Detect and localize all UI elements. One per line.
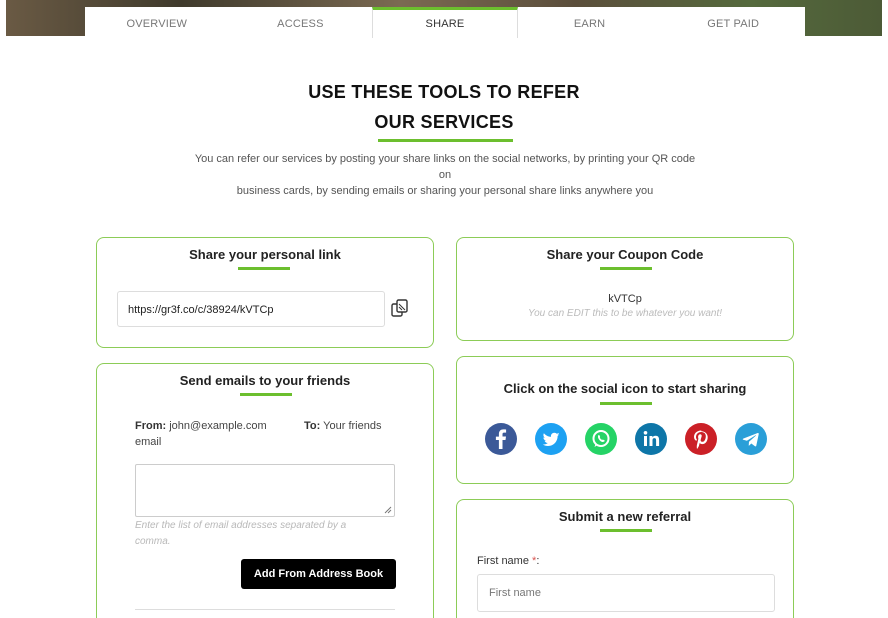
intro-text: You can refer our services by posting yo… [190, 151, 700, 199]
social-card: Click on the social icon to start sharin… [456, 356, 794, 484]
from-suffix: email [135, 436, 162, 448]
social-title: Click on the social icon to start sharin… [503, 381, 747, 396]
facebook-icon[interactable] [485, 423, 517, 455]
personal-link-underline [238, 267, 290, 270]
telegram-icon[interactable] [735, 423, 767, 455]
linkedin-icon[interactable] [635, 423, 667, 455]
email-list-hint: Enter the list of email addresses separa… [135, 518, 395, 550]
emails-card: Send emails to your friends From: john@e… [96, 363, 434, 618]
email-list-textarea[interactable] [135, 464, 395, 517]
tab-overview[interactable]: OVERVIEW [85, 7, 229, 37]
pinterest-icon[interactable] [685, 423, 717, 455]
social-icons-row [485, 423, 767, 455]
tab-earn[interactable]: EARN [517, 7, 662, 37]
intro-line1: You can refer our services by posting yo… [194, 153, 696, 181]
from-field: From: john@example.com email [135, 418, 275, 450]
copy-icon[interactable] [390, 298, 410, 318]
coupon-hint: You can EDIT this to be whatever you wan… [528, 308, 722, 319]
personal-link-title: Share your personal link [189, 247, 341, 262]
personal-link-card: Share your personal link https://gr3f.co… [96, 237, 434, 348]
emails-title: Send emails to your friends [179, 373, 351, 388]
first-name-label: First name *: [477, 555, 539, 567]
twitter-icon[interactable] [535, 423, 567, 455]
first-name-input[interactable]: First name [477, 574, 775, 612]
personal-link-field[interactable]: https://gr3f.co/c/38924/kVTCp [117, 291, 385, 327]
intro-line2: business cards, by sending emails or sha… [236, 185, 654, 197]
page-title-line1: USE THESE TOOLS TO REFER [308, 82, 580, 102]
coupon-code[interactable]: kVTCp [457, 293, 793, 305]
resize-handle-icon[interactable] [384, 506, 392, 514]
first-name-label-colon: : [536, 555, 540, 567]
coupon-title: Share your Coupon Code [546, 247, 704, 262]
tab-access[interactable]: ACCESS [228, 7, 373, 37]
email-hint-line2: comma. [135, 536, 171, 547]
social-underline [600, 402, 652, 405]
from-label: From: [135, 420, 167, 432]
title-underline [378, 139, 513, 142]
tab-bar: OVERVIEW ACCESS SHARE EARN GET PAID [85, 7, 805, 38]
page-title-line2: OUR SERVICES [374, 112, 514, 132]
whatsapp-icon[interactable] [585, 423, 617, 455]
email-hint-line1: Enter the list of email addresses separa… [135, 520, 347, 531]
coupon-card: Share your Coupon Code kVTCp You can EDI… [456, 237, 794, 341]
to-value: Your friends [323, 420, 382, 432]
emails-underline [240, 393, 292, 396]
tab-get-paid[interactable]: GET PAID [661, 7, 805, 37]
coupon-underline [600, 267, 652, 270]
page-title: USE THESE TOOLS TO REFER OUR SERVICES [0, 77, 888, 137]
add-from-address-book-button[interactable]: Add From Address Book [241, 559, 396, 589]
from-value: john@example.com [169, 420, 267, 432]
referral-underline [600, 529, 652, 532]
to-label: To: [304, 420, 321, 432]
to-field: To: Your friends [304, 418, 381, 434]
first-name-label-text: First name [477, 555, 529, 567]
tab-share[interactable]: SHARE [372, 7, 518, 38]
referral-title: Submit a new referral [558, 509, 692, 524]
referral-card: Submit a new referral First name *: Firs… [456, 499, 794, 618]
emails-divider [135, 609, 395, 610]
